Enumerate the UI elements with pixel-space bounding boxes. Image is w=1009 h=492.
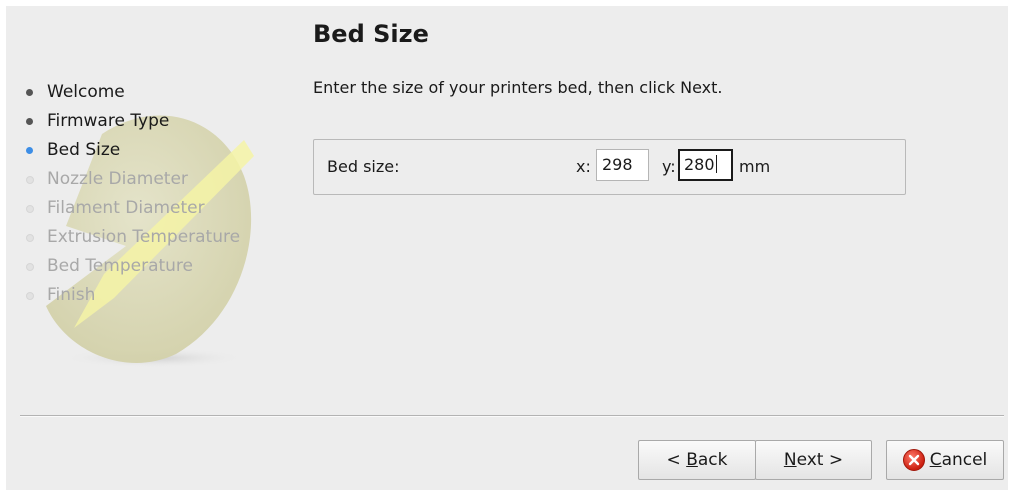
cancel-label-rest: ancel	[941, 450, 988, 470]
step-filament-diameter: Filament Diameter	[24, 194, 240, 223]
step-extrusion-temperature: Extrusion Temperature	[24, 223, 240, 252]
back-button[interactable]: < Back	[638, 440, 756, 480]
bed-x-value: 298	[602, 155, 633, 174]
bed-y-input[interactable]: 280	[678, 149, 733, 181]
config-wizard-dialog: Welcome Firmware Type Bed Size Nozzle Di…	[6, 6, 1008, 490]
back-mnemonic: B	[686, 450, 698, 470]
x-label: x:	[576, 157, 591, 176]
step-label: Bed Size	[47, 140, 121, 160]
unit-label: mm	[739, 157, 771, 176]
step-nozzle-diameter: Nozzle Diameter	[24, 165, 240, 194]
steps-list: Welcome Firmware Type Bed Size Nozzle Di…	[24, 78, 240, 310]
cancel-button[interactable]: Cancel	[886, 440, 1004, 480]
steps-panel: Welcome Firmware Type Bed Size Nozzle Di…	[6, 6, 296, 406]
text-caret	[715, 155, 717, 173]
bed-size-label: Bed size:	[327, 157, 400, 176]
page-title: Bed Size	[313, 20, 429, 48]
button-separator	[20, 415, 1004, 417]
step-bullet-icon	[26, 292, 34, 300]
cancel-mnemonic: C	[929, 450, 942, 470]
step-bullet-icon	[26, 89, 33, 96]
bed-x-input[interactable]: 298	[596, 149, 649, 181]
instruction-text: Enter the size of your printers bed, the…	[313, 78, 723, 97]
step-bullet-icon	[26, 147, 33, 154]
bed-size-group: Bed size: x: 298 y: 280 mm	[313, 139, 906, 195]
step-welcome: Welcome	[24, 78, 240, 107]
back-prefix: <	[666, 450, 687, 470]
step-bed-temperature: Bed Temperature	[24, 252, 240, 281]
step-firmware-type: Firmware Type	[24, 107, 240, 136]
step-bullet-icon	[26, 263, 34, 271]
next-button[interactable]: Next >	[755, 440, 872, 480]
step-bullet-icon	[26, 176, 34, 184]
step-finish: Finish	[24, 281, 240, 310]
cancel-icon	[902, 449, 925, 471]
next-label-rest: ext >	[796, 450, 844, 470]
step-bullet-icon	[26, 234, 34, 242]
step-label: Firmware Type	[47, 111, 170, 131]
step-label: Welcome	[47, 82, 125, 102]
step-label: Extrusion Temperature	[47, 227, 241, 247]
bed-y-value: 280	[684, 155, 715, 174]
step-label: Nozzle Diameter	[47, 169, 188, 189]
step-label: Filament Diameter	[47, 198, 205, 218]
step-bullet-icon	[26, 118, 33, 125]
next-mnemonic: N	[783, 450, 797, 470]
step-label: Finish	[47, 285, 96, 305]
y-label: y:	[662, 157, 676, 176]
step-bullet-icon	[26, 205, 34, 213]
step-bed-size: Bed Size	[24, 136, 240, 165]
back-label-rest: ack	[697, 450, 728, 470]
step-label: Bed Temperature	[47, 256, 194, 276]
